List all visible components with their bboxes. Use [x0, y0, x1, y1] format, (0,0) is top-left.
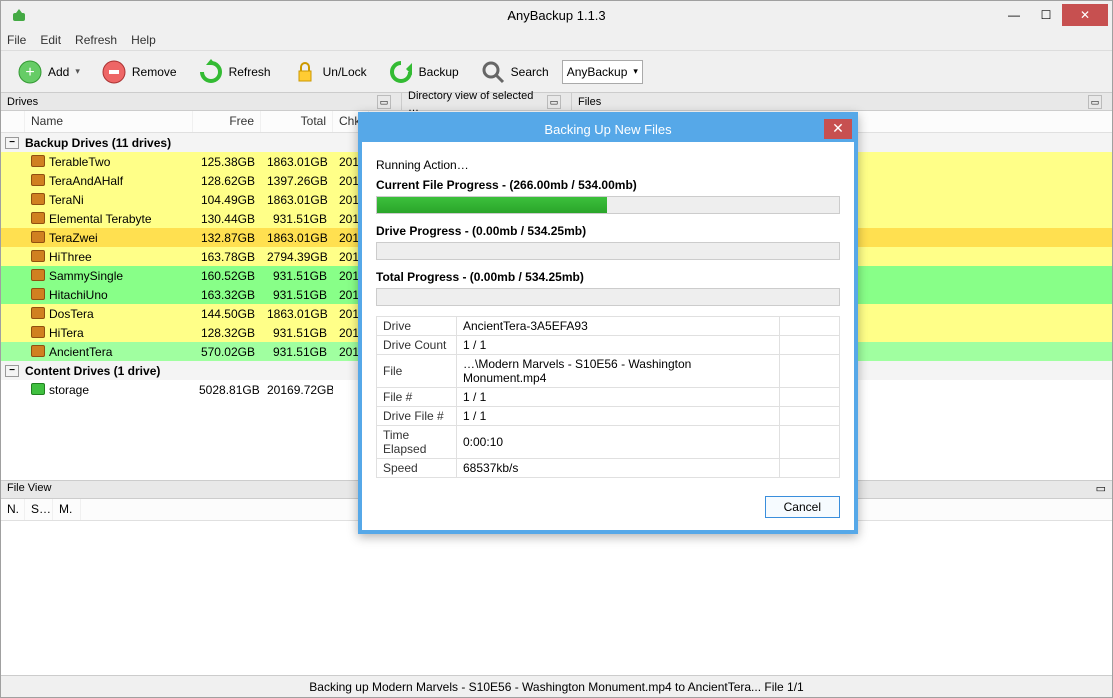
- dir-pane-header: Directory view of selected … ▭: [401, 93, 571, 110]
- drive-icon: [31, 250, 45, 262]
- col-total[interactable]: Total: [261, 111, 333, 132]
- menu-bar: File Edit Refresh Help: [1, 29, 1112, 51]
- dialog-titlebar: Backing Up New Files ✕: [362, 116, 854, 142]
- detail-row: File…\Modern Marvels - S10E56 - Washingt…: [377, 355, 840, 388]
- drive-icon: [31, 326, 45, 338]
- drive-icon: [31, 193, 45, 205]
- refresh-button[interactable]: Refresh: [190, 53, 278, 91]
- add-button[interactable]: + Add ▾: [9, 53, 87, 91]
- dialog-title: Backing Up New Files: [544, 122, 671, 137]
- drive-icon: [31, 212, 45, 224]
- detail-row: Drive Count1 / 1: [377, 336, 840, 355]
- status-bar: Backing up Modern Marvels - S10E56 - Was…: [1, 675, 1112, 697]
- drive-icon: [31, 345, 45, 357]
- search-icon: [479, 58, 507, 86]
- drive-icon: [31, 174, 45, 186]
- backup-button[interactable]: Backup: [380, 53, 466, 91]
- add-icon: +: [16, 58, 44, 86]
- drive-icon: [31, 288, 45, 300]
- titlebar: AnyBackup 1.1.3 ↔ — ☐ ✕: [1, 1, 1112, 29]
- detail-row: Time Elapsed0:00:10: [377, 426, 840, 459]
- remove-icon: [100, 58, 128, 86]
- window-controls: — ☐ ✕: [998, 4, 1108, 26]
- col-name[interactable]: Name: [25, 111, 193, 132]
- detail-row: DriveAncientTera-3A5EFA93: [377, 317, 840, 336]
- dialog-body: Running Action… Current File Progress - …: [362, 142, 854, 530]
- col-s[interactable]: S…: [25, 499, 53, 520]
- toolbar: + Add ▾ Remove Refresh Un/Lock Backup Se…: [1, 51, 1112, 93]
- app-icon: [11, 7, 27, 23]
- dialog-close-button[interactable]: ✕: [824, 119, 852, 139]
- refresh-icon: [197, 58, 225, 86]
- total-progress-bar: [376, 288, 840, 306]
- drive-icon: [31, 155, 45, 167]
- drive-icon: [31, 307, 45, 319]
- backup-icon: [387, 58, 415, 86]
- pane-headers: Drives ▭ Directory view of selected … ▭ …: [1, 93, 1112, 111]
- cancel-button[interactable]: Cancel: [765, 496, 840, 518]
- remove-button[interactable]: Remove: [93, 53, 184, 91]
- chevron-down-icon: ▾: [633, 66, 638, 77]
- minimize-button[interactable]: —: [998, 4, 1030, 26]
- collapse-icon[interactable]: −: [5, 365, 19, 377]
- maximize-button[interactable]: ☐: [1030, 4, 1062, 26]
- window-title: AnyBackup 1.1.3: [507, 8, 605, 23]
- search-button[interactable]: Search: [472, 53, 556, 91]
- drive-progress-label: Drive Progress - (0.00mb / 534.25mb): [376, 224, 840, 238]
- backup-dialog: Backing Up New Files ✕ Running Action… C…: [358, 112, 858, 534]
- menu-help[interactable]: Help: [131, 33, 156, 47]
- drive-icon: [31, 231, 45, 243]
- fileview-body: [1, 521, 1112, 675]
- pane-minimize-icon[interactable]: ▭: [1088, 95, 1102, 109]
- menu-file[interactable]: File: [7, 33, 26, 47]
- file-progress-bar: [376, 196, 840, 214]
- detail-row: Drive File #1 / 1: [377, 407, 840, 426]
- profile-dropdown[interactable]: AnyBackup ▾: [562, 60, 643, 84]
- status-text: Backing up Modern Marvels - S10E56 - Was…: [309, 680, 803, 694]
- unlock-button[interactable]: Un/Lock: [284, 53, 374, 91]
- drive-progress-bar: [376, 242, 840, 260]
- svg-text:+: +: [25, 64, 34, 81]
- col-free[interactable]: Free: [193, 111, 261, 132]
- drives-pane-header: Drives ▭: [1, 93, 401, 110]
- pane-minimize-icon[interactable]: ▭: [1096, 482, 1106, 497]
- menu-edit[interactable]: Edit: [40, 33, 61, 47]
- collapse-icon[interactable]: −: [5, 137, 19, 149]
- detail-row: Speed68537kb/s: [377, 459, 840, 478]
- chevron-down-icon: ▾: [75, 66, 80, 77]
- details-table: DriveAncientTera-3A5EFA93Drive Count1 / …: [376, 316, 840, 478]
- detail-row: File #1 / 1: [377, 388, 840, 407]
- dropdown-label: AnyBackup: [567, 65, 628, 79]
- lock-icon: [291, 58, 319, 86]
- menu-refresh[interactable]: Refresh: [75, 33, 117, 47]
- file-progress-label: Current File Progress - (266.00mb / 534.…: [376, 178, 840, 192]
- running-label: Running Action…: [376, 158, 840, 172]
- col-n[interactable]: N.: [1, 499, 25, 520]
- files-pane-header: Files ▭: [571, 93, 1112, 110]
- total-progress-label: Total Progress - (0.00mb / 534.25mb): [376, 270, 840, 284]
- pane-minimize-icon[interactable]: ▭: [547, 95, 561, 109]
- drive-icon: [31, 269, 45, 281]
- col-m[interactable]: M.: [53, 499, 81, 520]
- pane-minimize-icon[interactable]: ▭: [377, 95, 391, 109]
- close-button[interactable]: ✕: [1062, 4, 1108, 26]
- drive-icon: [31, 383, 45, 395]
